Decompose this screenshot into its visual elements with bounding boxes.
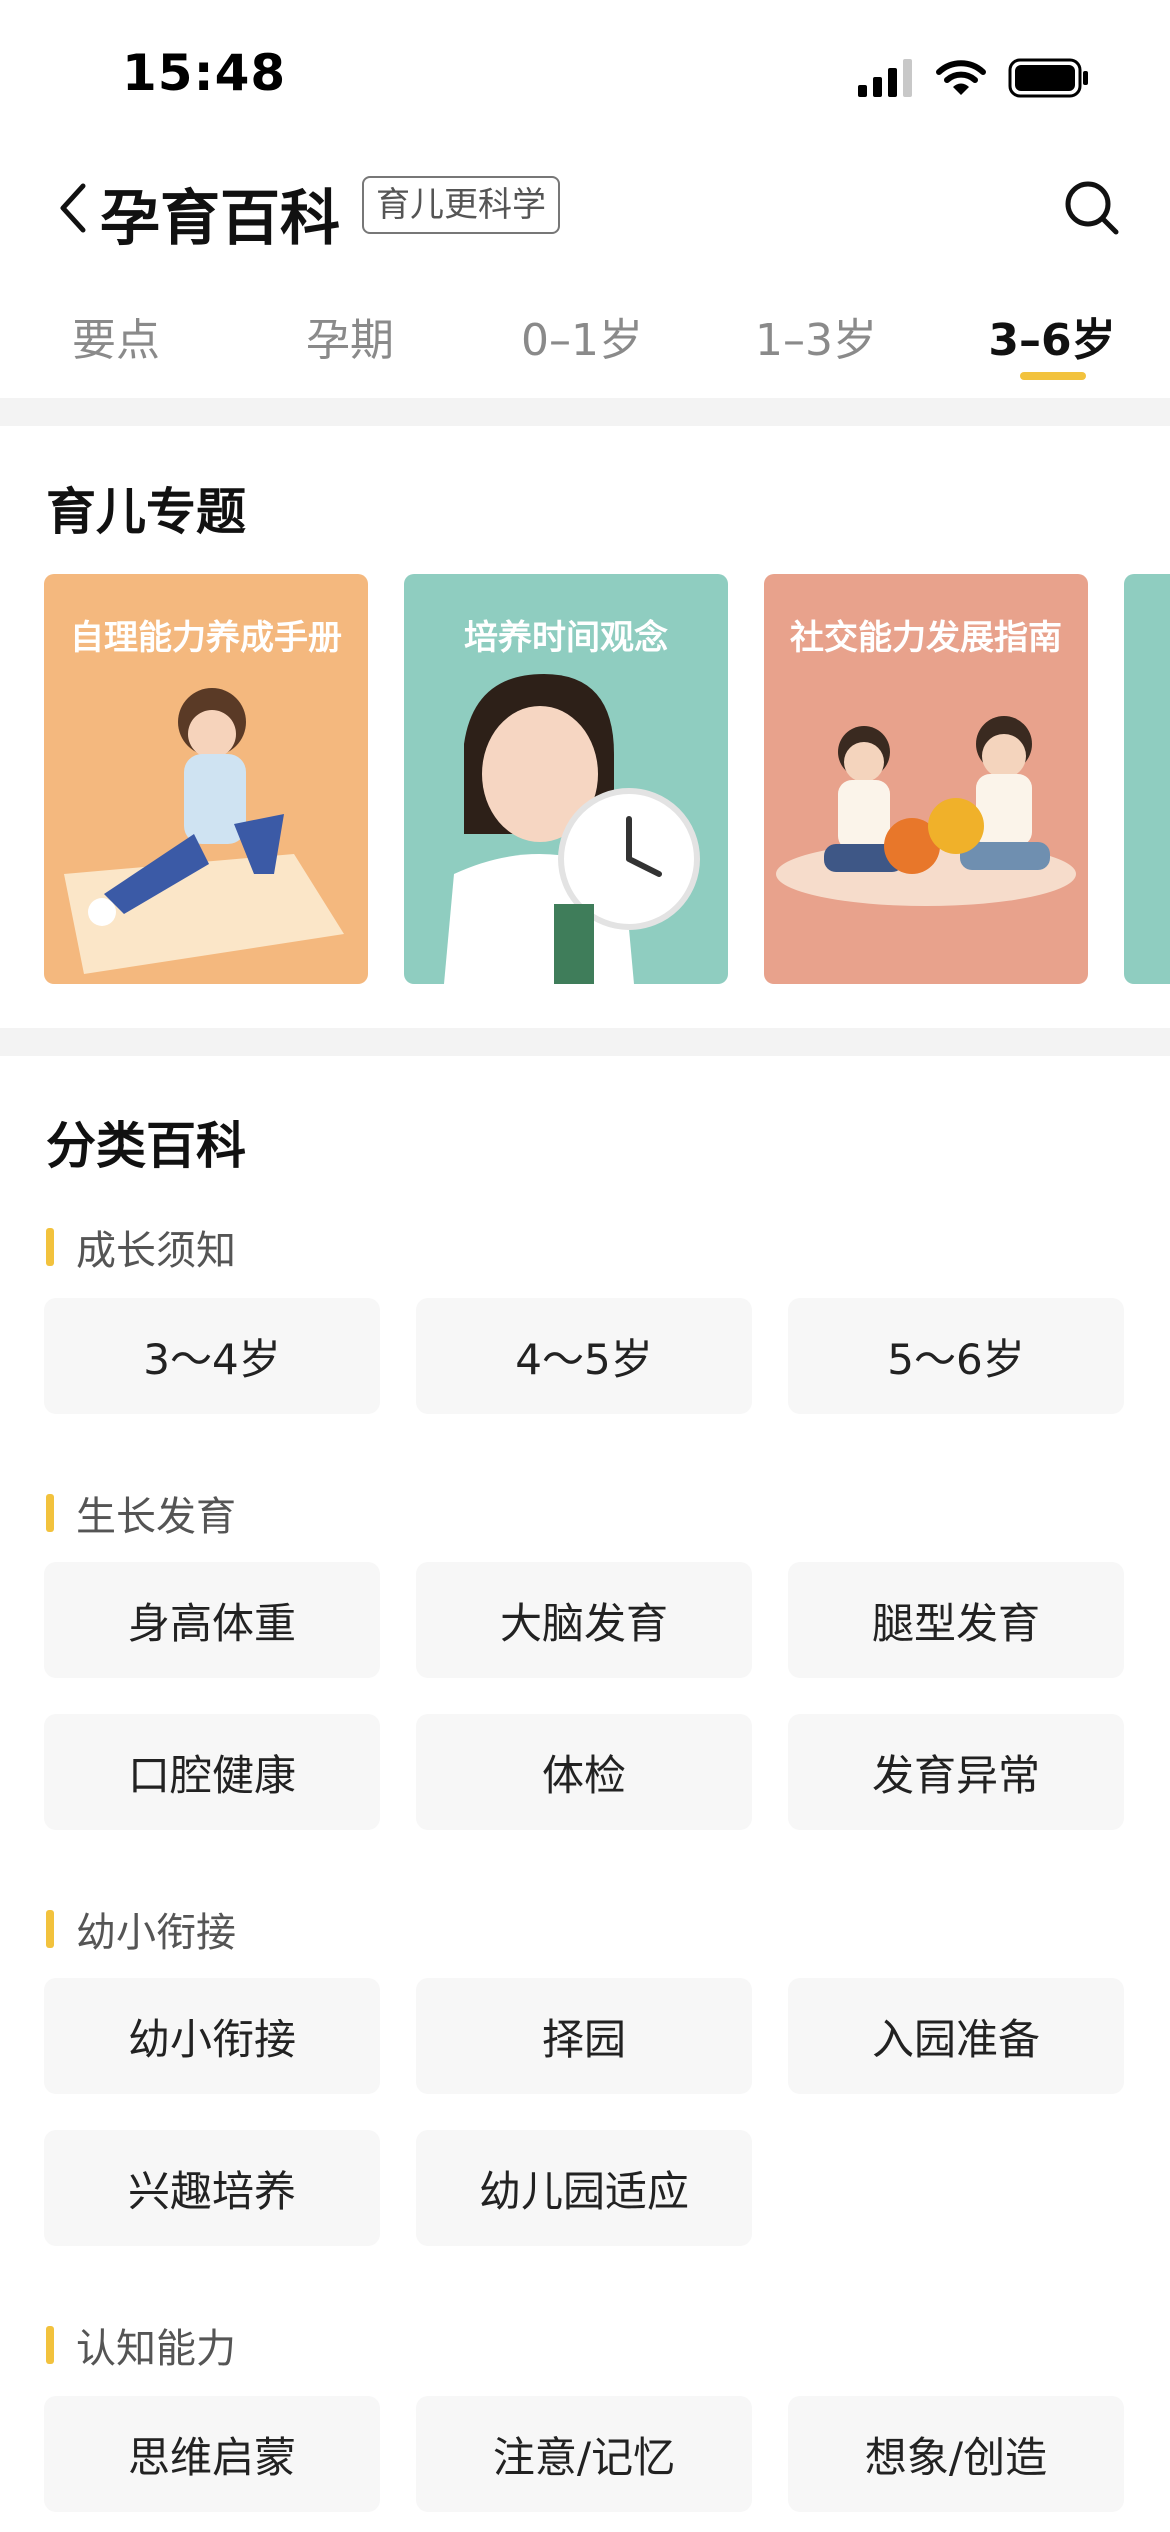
accent-bar [46, 1910, 54, 1948]
topic-photo [444, 674, 700, 984]
category-chip[interactable]: 身高体重 [44, 1562, 380, 1678]
topics-title: 育儿专题 [46, 483, 246, 541]
status-time: 15:48 [122, 44, 287, 102]
category-chip[interactable]: 入园准备 [788, 1978, 1124, 2094]
category-chip[interactable]: 大脑发育 [416, 1562, 752, 1678]
status-icons [858, 56, 1090, 100]
tab-key-points[interactable]: 要点 [72, 304, 160, 368]
category-chip[interactable]: 3～4岁 [44, 1298, 380, 1414]
category-heading-school-transition: 幼小衔接 [46, 1900, 236, 1958]
tab-pregnancy[interactable]: 孕期 [306, 304, 394, 368]
category-chip[interactable]: 想象/创造 [788, 2396, 1124, 2512]
category-heading-label: 成长须知 [76, 1228, 236, 1274]
signal-icon [858, 59, 912, 97]
category-chip[interactable]: 腿型发育 [788, 1562, 1124, 1678]
category-heading-label: 幼小衔接 [76, 1910, 236, 1956]
nav-bar: 孕育百科 育儿更科学 [0, 150, 1170, 270]
topic-photo [64, 688, 344, 974]
category-chip[interactable]: 发育异常 [788, 1714, 1124, 1830]
categories-title: 分类百科 [46, 1117, 246, 1175]
category-heading-cognition: 认知能力 [46, 2316, 236, 2374]
accent-bar [46, 1228, 54, 1266]
tab-active-indicator [1020, 372, 1086, 380]
chevron-left-icon [60, 183, 86, 233]
section-divider [0, 398, 1170, 426]
category-chip[interactable]: 幼小衔接 [44, 1978, 380, 2094]
category-chip[interactable]: 思维启蒙 [44, 2396, 380, 2512]
category-chip[interactable]: 体检 [416, 1714, 752, 1830]
topic-photo [776, 716, 1076, 906]
category-heading-label: 认知能力 [76, 2326, 236, 2372]
age-tabs: 要点 孕期 0–1岁 1–3岁 3–6岁 [0, 290, 1170, 390]
tab-3-6[interactable]: 3–6岁 [988, 304, 1115, 368]
accent-bar [46, 2326, 54, 2364]
category-chip[interactable]: 4～5岁 [416, 1298, 752, 1414]
topic-card-peek[interactable] [1124, 574, 1170, 984]
category-heading-development: 生长发育 [46, 1484, 236, 1542]
page-title: 孕育百科 [100, 184, 340, 254]
title-badge: 育儿更科学 [362, 176, 560, 234]
category-chip[interactable]: 口腔健康 [44, 1714, 380, 1830]
topic-card-time[interactable]: 培养时间观念 [404, 574, 728, 984]
search-icon [1065, 181, 1119, 235]
wifi-icon [936, 60, 986, 95]
tab-1-3[interactable]: 1–3岁 [755, 304, 877, 368]
topic-card-social[interactable]: 社交能力发展指南 [764, 574, 1088, 984]
category-heading-label: 生长发育 [76, 1494, 236, 1540]
category-chip[interactable]: 5～6岁 [788, 1298, 1124, 1414]
status-bar: 15:48 [0, 0, 1170, 150]
category-chip[interactable]: 幼儿园适应 [416, 2130, 752, 2246]
category-heading-growth-notes: 成长须知 [46, 1218, 236, 1276]
category-chip[interactable]: 注意/记忆 [416, 2396, 752, 2512]
battery-icon [1008, 58, 1088, 98]
search-button[interactable] [1056, 172, 1128, 244]
category-chip[interactable]: 择园 [416, 1978, 752, 2094]
back-button[interactable] [42, 174, 102, 242]
topic-card-self-care[interactable]: 自理能力养成手册 [44, 574, 368, 984]
category-chip[interactable]: 兴趣培养 [44, 2130, 380, 2246]
section-divider [0, 1028, 1170, 1056]
accent-bar [46, 1494, 54, 1532]
tab-0-1[interactable]: 0–1岁 [521, 304, 643, 368]
